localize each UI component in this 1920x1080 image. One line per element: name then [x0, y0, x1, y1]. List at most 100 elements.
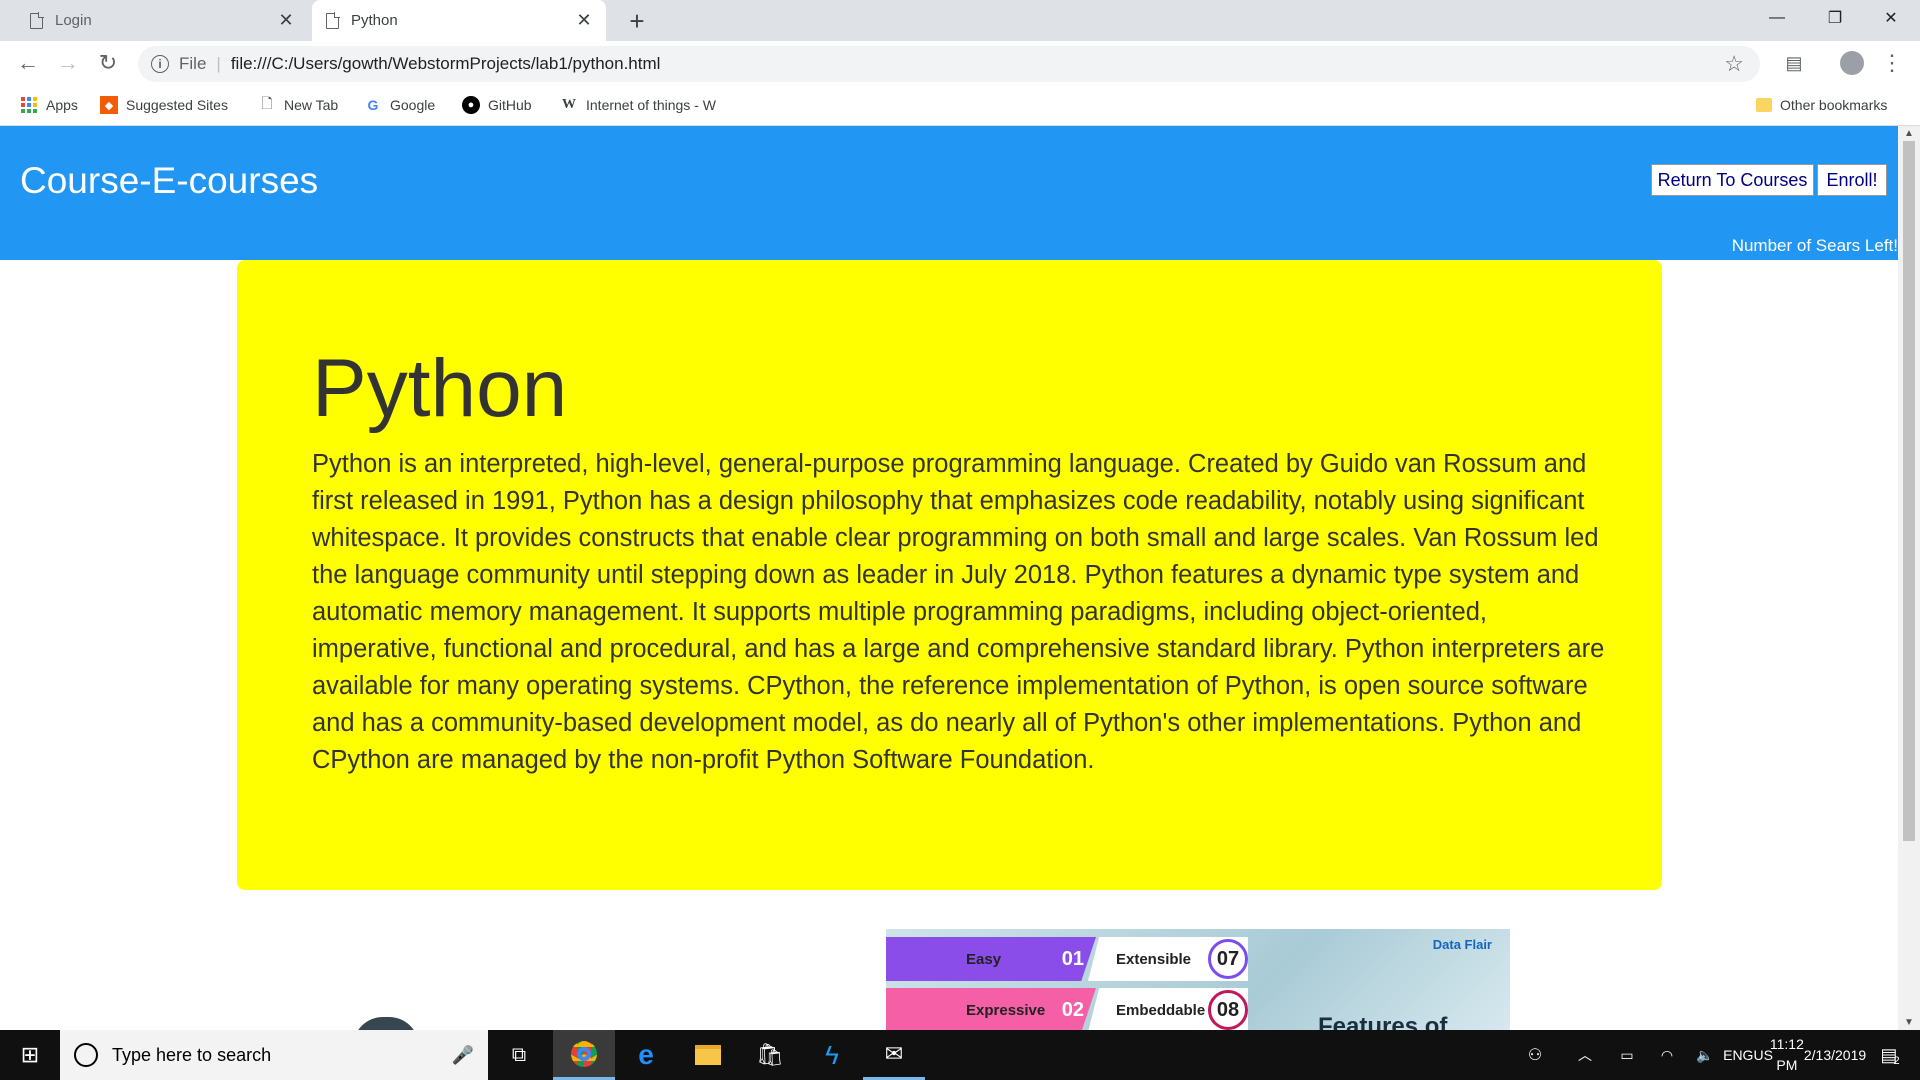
bookmark-other[interactable]: Other bookmarks — [1756, 88, 1887, 122]
browser-chrome: Login ✕ Python ✕ + — ❐ ✕ ← → ↻ i File | … — [0, 0, 1920, 126]
cortana-icon — [74, 1043, 98, 1067]
feature-number: 01 — [1061, 947, 1084, 970]
tab-title: Python — [351, 12, 398, 29]
tab-python[interactable]: Python ✕ — [312, 0, 606, 41]
chrome-taskbar-icon[interactable] — [553, 1030, 615, 1080]
scroll-up-arrow-icon[interactable]: ▲ — [1904, 128, 1914, 139]
menu-icon[interactable]: ⋮ — [1874, 45, 1910, 81]
bookmark-label: Internet of things - W — [586, 97, 716, 113]
close-icon[interactable]: ✕ — [572, 9, 596, 33]
tab-strip: Login ✕ Python ✕ + — ❐ ✕ — [0, 0, 1920, 41]
clock-time: 11:12 PM — [1769, 1036, 1804, 1073]
scheme-label: File — [179, 54, 207, 73]
feature-label: Easy — [966, 950, 1002, 968]
feature-number: 08 — [1208, 990, 1248, 1030]
feature-right: Embeddable 08 — [1088, 988, 1248, 1030]
volume-icon[interactable]: 🔈 — [1690, 1030, 1720, 1080]
course-heading: Python — [312, 343, 568, 434]
feature-left: Expressive 02 — [886, 988, 1096, 1030]
extension-icon[interactable]: ▤ — [1776, 45, 1812, 81]
system-clock[interactable]: 11:12 PM 2/13/2019 — [1770, 1030, 1866, 1080]
folder-icon — [1756, 98, 1772, 112]
tab-login[interactable]: Login ✕ — [16, 0, 308, 41]
people-icon[interactable]: ⚇ — [1520, 1030, 1550, 1080]
bookmark-google[interactable]: G Google — [364, 88, 436, 122]
bookmark-new-tab[interactable]: 🗋 New Tab — [258, 88, 338, 122]
course-card: Python Python is an interpreted, high-le… — [237, 260, 1662, 890]
feature-label: Embeddable — [1116, 1001, 1206, 1019]
feature-left: Easy 01 — [886, 937, 1096, 981]
mail-icon[interactable]: ✉ — [863, 1030, 925, 1080]
page-viewport: Course-E-courses Return To Courses Enrol… — [0, 126, 1898, 1030]
task-view-icon[interactable]: ⧉ — [494, 1030, 544, 1080]
url-text[interactable]: file:///C:/Users/gowth/WebstormProjects/… — [231, 54, 661, 74]
address-bar[interactable]: i File | file:///C:/Users/gowth/Webstorm… — [138, 46, 1760, 82]
feature-label: Extensible — [1116, 950, 1192, 968]
infographic-heading: Features of — [1318, 1013, 1448, 1030]
partial-image — [353, 1017, 419, 1030]
search-placeholder: Type here to search — [112, 1044, 272, 1065]
bookmark-label: Google — [390, 97, 436, 113]
tab-title: Login — [55, 12, 92, 29]
enroll-button[interactable]: Enroll! — [1817, 164, 1887, 196]
google-icon: G — [367, 97, 379, 113]
profile-avatar[interactable] — [1834, 45, 1870, 81]
document-icon — [30, 12, 44, 29]
feature-row: Easy 01 Extensible 07 — [886, 937, 1248, 981]
dataflair-logo: Data Flair — [1432, 937, 1492, 952]
document-icon: 🗋 — [261, 95, 273, 111]
language-code: ENG — [1723, 1046, 1754, 1063]
feature-row: Expressive 02 Embeddable 08 — [886, 988, 1248, 1030]
bookmark-label: Suggested Sites — [126, 97, 228, 113]
webstorm-icon[interactable]: ϟ — [801, 1030, 863, 1080]
battery-icon[interactable]: ▭ — [1612, 1030, 1642, 1080]
forward-button[interactable]: → — [50, 45, 86, 81]
apps-grid-icon — [20, 96, 38, 114]
file-explorer-icon[interactable] — [677, 1030, 739, 1080]
bookmark-label: New Tab — [284, 97, 339, 113]
clock-date: 2/13/2019 — [1803, 1046, 1867, 1063]
feature-right: Extensible 07 — [1088, 937, 1248, 981]
document-icon — [326, 12, 340, 29]
restore-button[interactable]: ❐ — [1806, 0, 1864, 36]
bookmark-github[interactable]: ● GitHub — [462, 88, 532, 122]
bookmark-label: Other bookmarks — [1780, 97, 1888, 113]
bookmarks-bar: Apps ◆ Suggested Sites 🗋 New Tab G Googl… — [0, 88, 1920, 126]
info-icon[interactable]: i — [151, 55, 169, 73]
bookmark-label: Apps — [46, 97, 78, 113]
bookmark-internet-of-things[interactable]: W Internet of things - W — [560, 88, 716, 122]
action-center-icon[interactable]: ▤ 2 — [1868, 1030, 1912, 1080]
back-button[interactable]: ← — [10, 45, 46, 81]
site-title: Course-E-courses — [20, 160, 319, 201]
window-close-button[interactable]: ✕ — [1862, 0, 1920, 36]
bookmark-label: GitHub — [488, 97, 532, 113]
microphone-icon[interactable]: 🎤 — [452, 1045, 474, 1066]
new-tab-button[interactable]: + — [622, 6, 652, 36]
feature-number: 07 — [1208, 939, 1248, 979]
python-features-infographic: Easy 01 Extensible 07 Expressive 02 Embe… — [886, 929, 1510, 1030]
bookmark-suggested-sites[interactable]: ◆ Suggested Sites — [100, 88, 228, 122]
chevron-up-icon[interactable]: ︿ — [1570, 1030, 1600, 1080]
minimize-button[interactable]: — — [1748, 0, 1806, 36]
seats-left-label: Number of Sears Left! — [1731, 236, 1898, 255]
bookmark-star-icon[interactable]: ☆ — [1724, 51, 1744, 77]
bookmark-apps[interactable]: Apps — [20, 88, 78, 122]
close-icon[interactable]: ✕ — [274, 9, 298, 33]
scroll-down-arrow-icon[interactable]: ▼ — [1904, 1017, 1914, 1028]
taskbar-search-box[interactable]: Type here to search 🎤 — [60, 1030, 488, 1080]
page-scrollbar[interactable]: ▲ ▼ — [1898, 126, 1920, 1030]
notification-count: 2 — [1893, 1055, 1900, 1067]
language-indicator[interactable]: ENG US — [1723, 1030, 1773, 1080]
scrollbar-thumb[interactable] — [1903, 141, 1915, 841]
wifi-icon[interactable]: ◠ — [1652, 1030, 1682, 1080]
separator: | — [216, 54, 221, 73]
store-icon[interactable]: 🛍 — [739, 1030, 801, 1080]
reload-button[interactable]: ↻ — [90, 45, 126, 81]
suggested-sites-icon: ◆ — [100, 96, 118, 114]
edge-icon[interactable]: e — [615, 1030, 677, 1080]
windows-start-icon[interactable]: ⊞ — [0, 1030, 60, 1080]
return-to-courses-button[interactable]: Return To Courses — [1651, 164, 1814, 196]
wikipedia-icon: W — [562, 97, 576, 112]
feature-label: Expressive — [966, 1001, 1046, 1019]
browser-toolbar: ← → ↻ i File | file:///C:/Users/gowth/We… — [0, 41, 1920, 88]
